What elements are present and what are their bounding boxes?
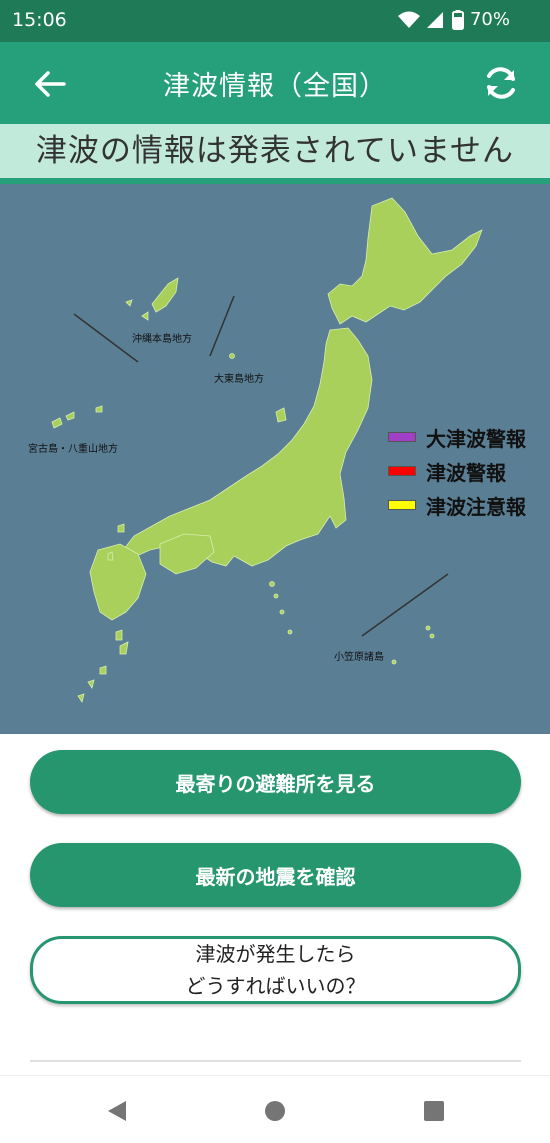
legend-swatch-purple: [388, 432, 416, 442]
legend-label: 津波警報: [426, 460, 506, 485]
legend-item-warning: 津波警報: [388, 454, 526, 488]
wifi-icon: [397, 11, 420, 29]
app-bar: 津波情報（全国）: [0, 42, 550, 124]
region-label-daito: 大東島地方: [214, 374, 264, 385]
page-title: 津波情報（全国）: [163, 71, 387, 102]
tsunami-howto-button[interactable]: 津波が発生したら どうすればいいの？: [30, 936, 521, 1004]
nav-back-button[interactable]: [104, 1098, 130, 1124]
status-bar: 15:06 70%: [0, 0, 550, 42]
hokkaido-shape: [327, 197, 483, 325]
legend-swatch-red: [388, 466, 416, 476]
tsunami-map[interactable]: 沖縄本島地方 大東島地方 宮古島・八重山地方 小笠原諸島 大津波警報 津波警報 …: [0, 184, 550, 734]
nearest-shelter-button[interactable]: 最寄りの避難所を見る: [30, 750, 521, 814]
honshu-shape: [119, 327, 373, 567]
square-recents-icon: [424, 1101, 444, 1121]
howto-line-1: 津波が発生したら: [195, 942, 356, 966]
refresh-button[interactable]: [478, 60, 524, 106]
tsunami-status-notice: 津波の情報は発表されていません: [0, 124, 550, 180]
region-label-ogasawara: 小笠原諸島: [334, 652, 384, 663]
legend-item-advisory: 津波注意報: [388, 488, 526, 522]
region-label-okinawa: 沖縄本島地方: [132, 334, 192, 345]
kyushu-shape: [89, 543, 147, 621]
howto-line-2: どうすればいいの？: [185, 974, 366, 998]
refresh-icon: [487, 67, 515, 99]
legend-swatch-yellow: [388, 500, 416, 510]
region-label-miyako: 宮古島・八重山地方: [28, 444, 118, 455]
battery-percent: 70%: [469, 9, 510, 30]
battery-icon: [451, 9, 464, 30]
circle-home-icon: [265, 1101, 285, 1121]
system-nav-bar: [0, 1075, 550, 1143]
legend-item-major-warning: 大津波警報: [388, 420, 526, 454]
nav-recents-button[interactable]: [421, 1098, 447, 1124]
map-legend: 大津波警報 津波警報 津波注意報: [388, 420, 526, 522]
legend-label: 大津波警報: [426, 426, 526, 451]
nav-home-button[interactable]: [262, 1098, 288, 1124]
triangle-back-icon: [108, 1101, 126, 1121]
legend-label: 津波注意報: [426, 494, 526, 519]
content-divider: [30, 1060, 521, 1062]
status-time: 15:06: [12, 9, 67, 31]
latest-earthquake-button[interactable]: 最新の地震を確認: [30, 843, 521, 907]
cell-signal-icon: [426, 11, 446, 29]
status-icons: 70%: [397, 9, 510, 30]
